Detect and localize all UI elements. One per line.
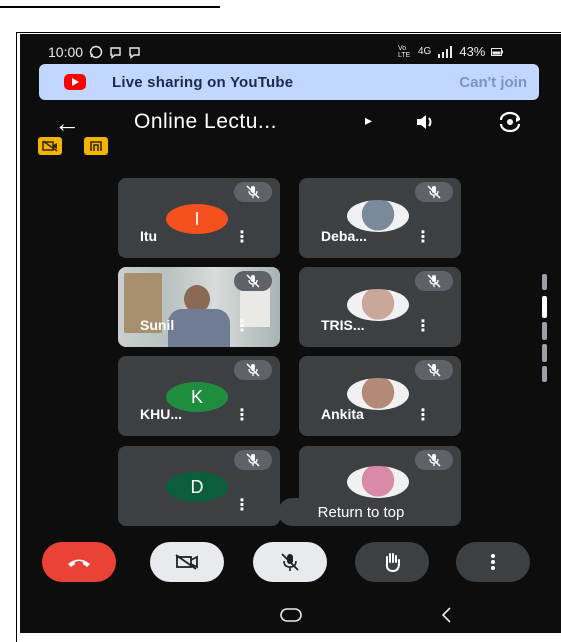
mic-muted-icon <box>415 360 453 380</box>
participant-tile[interactable]: Sunil ⋮ <box>118 267 280 347</box>
youtube-icon <box>64 74 86 90</box>
camera-off-icon <box>175 554 198 570</box>
end-call-button[interactable] <box>42 542 116 582</box>
back-icon[interactable] <box>440 606 452 624</box>
participant-avatar: D <box>166 472 228 502</box>
recording-off-icon[interactable] <box>38 137 62 155</box>
mic-muted-icon <box>415 271 453 291</box>
scroll-segment <box>542 344 547 362</box>
mic-muted-icon <box>415 450 453 470</box>
signal-icon <box>438 45 453 58</box>
host-controls-icon[interactable] <box>84 137 108 155</box>
participant-name: Ankita <box>321 406 364 422</box>
mic-muted-icon <box>415 182 453 202</box>
participant-avatar: I <box>166 204 228 234</box>
speaker-icon[interactable] <box>412 108 440 136</box>
participant-tile[interactable]: Ankita ⋮ <box>299 356 461 436</box>
meeting-header: ← Online Lectu... ▸ <box>20 102 561 142</box>
mic-muted-icon <box>234 182 272 202</box>
participant-photo <box>347 466 409 498</box>
battery-percent: 43% <box>459 44 486 59</box>
switch-camera-icon[interactable] <box>496 108 524 136</box>
mic-muted-icon <box>234 271 272 291</box>
system-nav-bar <box>20 600 561 633</box>
call-controls <box>20 542 561 602</box>
messenger-icon <box>110 46 121 59</box>
participant-menu-icon[interactable]: ⋮ <box>234 316 250 336</box>
camera-toggle-button[interactable] <box>150 542 224 582</box>
mic-muted-icon <box>234 360 272 380</box>
live-sharing-banner[interactable]: Live sharing on YouTube Can't join <box>39 64 539 100</box>
mic-muted-icon <box>234 450 272 470</box>
participant-tile[interactable]: K KHU... ⋮ <box>118 356 280 436</box>
network-type: 4G <box>418 46 432 57</box>
participant-name: Deba... <box>321 228 367 244</box>
scroll-segment <box>542 274 547 290</box>
battery-icon <box>491 47 504 56</box>
participant-tile[interactable]: I Itu ⋮ <box>118 178 280 258</box>
whatsapp-icon <box>89 45 103 59</box>
home-icon[interactable] <box>280 608 302 622</box>
meeting-title[interactable]: Online Lectu... <box>134 110 277 134</box>
status-bar-left: 10:00 <box>48 44 141 60</box>
banner-text: Live sharing on YouTube <box>112 73 294 91</box>
meeting-status-tags <box>38 137 108 155</box>
raise-hand-button[interactable] <box>355 542 429 582</box>
return-to-top-button[interactable]: Return to top <box>278 498 444 526</box>
cant-join-button[interactable]: Can't join <box>459 74 527 91</box>
mic-off-icon <box>281 553 299 571</box>
title-expand-icon[interactable]: ▸ <box>365 112 372 129</box>
participant-tile[interactable]: TRIS... ⋮ <box>299 267 461 347</box>
mic-toggle-button[interactable] <box>253 542 327 582</box>
participant-name: KHU... <box>140 406 182 422</box>
participant-name: Itu <box>140 228 158 244</box>
participant-tile[interactable]: D ⋮ <box>118 446 280 526</box>
back-arrow-icon[interactable]: ← <box>54 108 80 139</box>
participant-menu-icon[interactable]: ⋮ <box>234 227 250 247</box>
participant-menu-icon[interactable]: ⋮ <box>415 316 431 336</box>
participant-menu-icon[interactable]: ⋮ <box>234 495 250 515</box>
participant-menu-icon[interactable]: ⋮ <box>415 405 431 425</box>
volte-indicator: Vo LTE <box>398 44 411 59</box>
scroll-thumb[interactable] <box>542 296 547 318</box>
scroll-segment <box>542 322 547 340</box>
hand-icon <box>385 553 400 573</box>
scroll-segment <box>542 366 547 382</box>
phone-screen: 10:00 Vo LTE 4G 43% Live sharing on YouT… <box>20 34 561 633</box>
participant-name: TRIS... <box>321 317 365 333</box>
more-options-button[interactable] <box>456 542 530 582</box>
status-bar-right: Vo LTE 4G 43% <box>398 44 504 59</box>
participant-menu-icon[interactable]: ⋮ <box>234 405 250 425</box>
participant-menu-icon[interactable]: ⋮ <box>415 227 431 247</box>
more-vert-icon <box>491 554 495 570</box>
hang-up-icon <box>68 559 90 567</box>
top-rule <box>0 6 220 8</box>
participant-tile[interactable]: Deba... ⋮ <box>299 178 461 258</box>
status-time: 10:00 <box>48 44 84 60</box>
messenger-icon <box>129 46 140 59</box>
participant-name: Sunil <box>140 317 175 333</box>
